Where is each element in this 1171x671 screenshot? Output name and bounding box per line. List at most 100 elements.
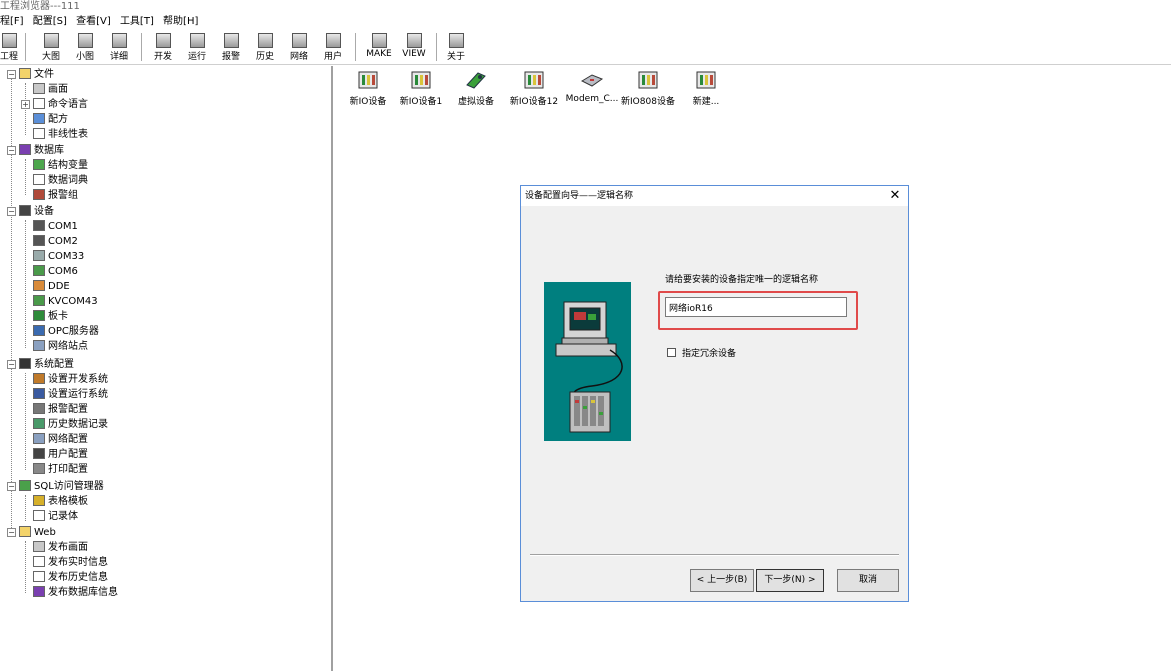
menu-help[interactable]: 帮助[H] [163,15,198,29]
device-item[interactable]: 新IO808设备 [618,70,678,107]
user-config-icon [33,448,45,459]
close-icon[interactable]: ✕ [888,186,902,206]
run-icon [189,33,205,48]
small-icons-button[interactable]: 小图 [72,31,98,63]
tree-item-nonlinear-table[interactable]: 非线性表 [33,127,88,142]
tools-icon [19,358,31,369]
device-item[interactable]: 虚拟设备 [446,70,506,107]
database-icon [33,586,45,597]
tree-item-screen[interactable]: 画面 [33,82,68,97]
tree-item-alarm-group[interactable]: 报警组 [33,188,78,203]
redundant-device-checkbox[interactable]: 指定冗余设备 [667,346,736,359]
project-tree[interactable]: − 文件 画面 + 命令语言 配方 非线性表 − 数据库 结构变量 数据词典 报… [3,67,328,667]
tree-item-kvcom43[interactable]: KVCOM43 [33,294,98,309]
tree-item-device[interactable]: 设备 [19,204,54,219]
run-system-icon [33,388,45,399]
device-item[interactable]: 新IO设备12 [504,70,564,107]
make-button[interactable]: MAKE [363,31,395,63]
tree-item-com2[interactable]: COM2 [33,234,78,249]
tree-item-sql-manager[interactable]: SQL访问管理器 [19,479,104,494]
small-icons-icon [77,33,93,48]
tree-connector [11,76,12,536]
tree-item-com1[interactable]: COM1 [33,219,78,234]
about-button[interactable]: 关于 [443,31,469,63]
tree-item-dde[interactable]: DDE [33,279,70,294]
menu-bar: 程[F] 配置[S] 查看[V] 工具[T] 帮助[H] [0,15,1171,29]
modem-icon [33,250,45,261]
tree-item-file[interactable]: 文件 [19,67,54,82]
tree-item-network-config[interactable]: 网络配置 [33,432,88,447]
alarm-button[interactable]: 报警 [218,31,244,63]
tree-item-set-run-system[interactable]: 设置运行系统 [33,387,108,402]
tree-item-struct-variable[interactable]: 结构变量 [33,158,88,173]
cancel-button[interactable]: 取消 [837,569,899,592]
user-button[interactable]: 用户 [320,31,346,63]
tree-item-com33[interactable]: COM33 [33,249,84,264]
tree-item-web[interactable]: Web [19,525,56,540]
menu-view[interactable]: 查看[V] [76,15,111,29]
run-button[interactable]: 运行 [184,31,210,63]
menu-file[interactable]: 程[F] [0,15,24,29]
serial-port-icon [33,265,45,276]
tree-item-opc-server[interactable]: OPC服务器 [33,324,99,339]
tree-item-database[interactable]: 数据库 [19,143,64,158]
network-button[interactable]: 网络 [286,31,312,63]
collapse-icon[interactable]: − [7,70,16,79]
toolbar-separator [141,33,142,61]
device-item-new[interactable]: 新建... [676,70,736,107]
history-icon [257,33,273,48]
tree-item-recordset[interactable]: 记录体 [33,509,78,524]
tree-item-com6[interactable]: COM6 [33,264,78,279]
project-button[interactable]: 工程 [0,31,18,63]
user-icon [325,33,341,48]
modem-icon [580,70,604,90]
menu-tools[interactable]: 工具[T] [120,15,154,29]
alarm-icon [223,33,239,48]
collapse-icon[interactable]: − [7,207,16,216]
tree-item-user-config[interactable]: 用户配置 [33,447,88,462]
collapse-icon[interactable]: − [7,146,16,155]
device-item[interactable]: 新IO设备1 [391,70,451,107]
tree-item-command-language[interactable]: 命令语言 [33,97,88,112]
table-icon [33,128,45,139]
logical-name-input[interactable] [665,297,847,317]
collapse-icon[interactable]: − [7,360,16,369]
detail-view-button[interactable]: 详细 [106,31,132,63]
develop-button[interactable]: 开发 [150,31,176,63]
collapse-icon[interactable]: − [7,528,16,537]
logical-name-prompt: 请给要安装的设备指定唯一的逻辑名称 [665,275,819,285]
tree-item-set-dev-system[interactable]: 设置开发系统 [33,372,108,387]
virtual-device-icon [464,70,488,90]
pane-splitter[interactable] [331,66,333,671]
collapse-icon[interactable]: − [7,482,16,491]
tree-item-table-template[interactable]: 表格模板 [33,494,88,509]
device-item[interactable]: Modem_C... [562,70,622,104]
about-icon [448,33,464,48]
tree-item-board[interactable]: 板卡 [33,309,68,324]
tree-item-alarm-config[interactable]: 报警配置 [33,402,88,417]
tree-item-history-record[interactable]: 历史数据记录 [33,417,108,432]
tree-item-recipe[interactable]: 配方 [33,112,68,127]
sql-icon [19,480,31,491]
function-icon [33,510,45,521]
tree-item-system-config[interactable]: 系统配置 [19,357,74,372]
back-button[interactable]: < 上一步(B) [690,569,754,592]
large-icons-button[interactable]: 大图 [38,31,64,63]
device-item[interactable]: 新IO设备 [338,70,398,107]
tree-item-publish-realtime[interactable]: 发布实时信息 [33,555,108,570]
dictionary-icon [33,174,45,185]
next-button[interactable]: 下一步(N) > [756,569,824,592]
checkbox-icon[interactable] [667,348,676,357]
tree-item-data-dictionary[interactable]: 数据词典 [33,173,88,188]
io-device-icon [694,70,718,90]
tree-item-publish-database[interactable]: 发布数据库信息 [33,585,118,600]
tree-item-network-node[interactable]: 网络站点 [33,339,88,354]
script-icon [33,98,45,109]
menu-config[interactable]: 配置[S] [33,15,67,29]
expand-icon[interactable]: + [21,100,30,109]
view-button[interactable]: VIEW [399,31,429,63]
tree-item-publish-screen[interactable]: 发布画面 [33,540,88,555]
history-button[interactable]: 历史 [252,31,278,63]
tree-item-publish-history[interactable]: 发布历史信息 [33,570,108,585]
tree-item-print-config[interactable]: 打印配置 [33,462,88,477]
